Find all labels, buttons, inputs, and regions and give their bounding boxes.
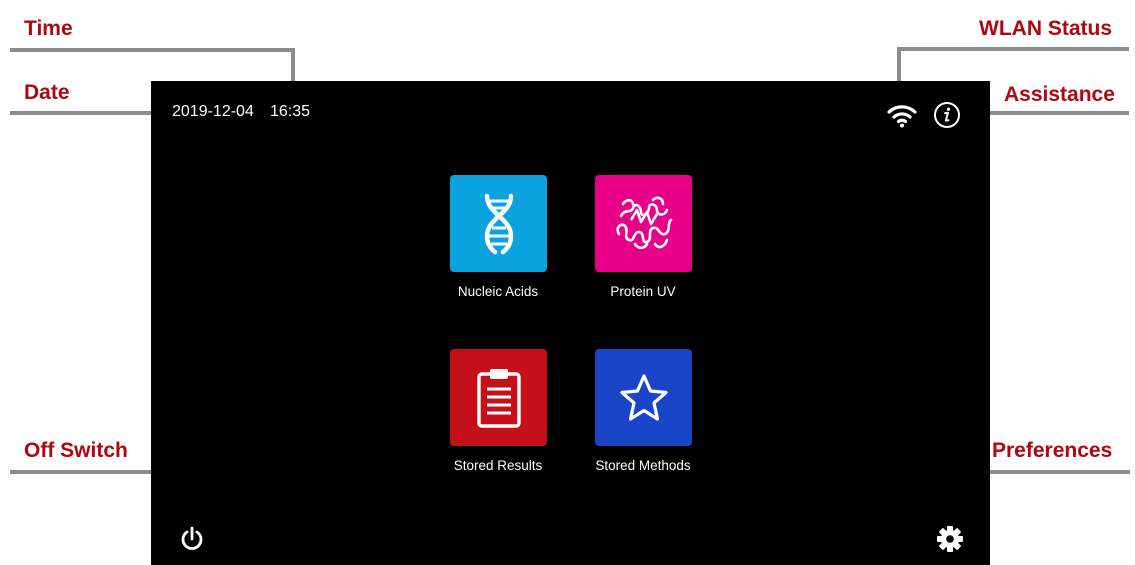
nucleic-acids-tile[interactable] (450, 175, 547, 272)
stored-methods-tile[interactable] (595, 349, 692, 446)
date-leader (10, 111, 165, 115)
power-icon (181, 526, 203, 550)
protein-uv-label: Protein UV (610, 284, 676, 299)
time-leader-horizontal (10, 48, 295, 52)
star-icon (619, 373, 668, 421)
stored-results-tile[interactable] (450, 349, 547, 446)
callout-date: Date (24, 81, 70, 104)
status-time: 16:35 (270, 103, 311, 120)
callout-wlan-status: WLAN Status (979, 17, 1112, 40)
dna-icon (484, 193, 513, 254)
assistance-leader (972, 111, 1129, 115)
device-screen: 2019-12-04 16:35 Nucleic Acids Protein U… (151, 81, 990, 565)
wlan-leader-horizontal (897, 47, 1129, 51)
protein-icon (615, 196, 672, 249)
clipboard-icon (476, 368, 521, 428)
preferences-button[interactable] (934, 523, 966, 555)
power-button[interactable] (177, 524, 207, 554)
wifi-icon[interactable] (886, 101, 918, 129)
stored-methods-label: Stored Methods (595, 458, 691, 473)
status-date: 2019-12-04 (172, 103, 254, 120)
gear-icon (937, 526, 963, 552)
protein-uv-tile[interactable] (595, 175, 692, 272)
callout-preferences: Preferences (992, 439, 1113, 462)
callout-off-switch: Off Switch (24, 439, 128, 462)
info-icon[interactable] (932, 100, 962, 130)
callout-time: Time (24, 17, 73, 40)
callout-assistance: Assistance (1004, 83, 1115, 106)
